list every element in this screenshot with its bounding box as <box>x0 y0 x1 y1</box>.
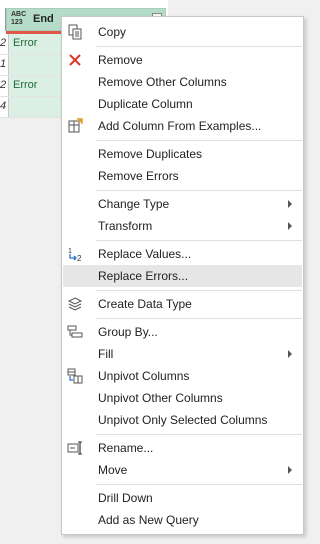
menu-separator <box>96 240 302 241</box>
group-by-icon <box>67 325 83 338</box>
menu-item-label: Move <box>98 463 128 477</box>
column-name: End <box>33 13 54 25</box>
type-icon-bottom: 123 <box>11 19 23 26</box>
menu-separator <box>96 290 302 291</box>
copy-icon <box>68 24 82 40</box>
menu-item-drill-down[interactable]: Drill Down <box>63 487 302 509</box>
menu-item-remove-other-columns[interactable]: Remove Other Columns <box>63 71 302 93</box>
submenu-arrow-icon <box>288 200 292 208</box>
menu-item-remove-errors[interactable]: Remove Errors <box>63 165 302 187</box>
menu-item-transform[interactable]: Transform <box>63 215 302 237</box>
submenu-arrow-icon <box>288 222 292 230</box>
rename-icon <box>67 441 82 455</box>
remove-x-icon <box>69 54 81 66</box>
menu-item-label: Transform <box>98 219 153 233</box>
unpivot-icon <box>67 368 83 384</box>
menu-item-remove-duplicates[interactable]: Remove Duplicates <box>63 143 302 165</box>
menu-item-label: Replace Errors... <box>98 269 189 283</box>
menu-item-group-by[interactable]: Group By... <box>63 321 302 343</box>
row-index: 2 <box>0 79 7 91</box>
menu-item-label: Add as New Query <box>98 513 199 527</box>
menu-item-label: Group By... <box>98 325 158 339</box>
type-icon-top: ABC <box>11 11 27 18</box>
menu-item-rename[interactable]: Rename... <box>63 437 302 459</box>
menu-item-create-data-type[interactable]: Create Data Type <box>63 293 302 315</box>
row-index: 2 <box>0 37 7 49</box>
menu-item-label: Remove Duplicates <box>98 147 203 161</box>
menu-item-label: Replace Values... <box>98 247 192 261</box>
menu-item-replace-values[interactable]: 1 2 Replace Values... <box>63 243 302 265</box>
menu-item-unpivot-only-selected-columns[interactable]: Unpivot Only Selected Columns <box>63 409 302 431</box>
row-index: 4 <box>0 100 7 112</box>
replace-values-icon: 1 2 <box>68 248 82 262</box>
menu-item-replace-errors[interactable]: Replace Errors... <box>63 265 302 287</box>
menu-separator <box>96 46 302 47</box>
menu-item-add-column-from-examples[interactable]: Add Column From Examples... <box>63 115 302 137</box>
menu-item-copy[interactable]: Copy <box>63 21 302 43</box>
menu-item-label: Unpivot Other Columns <box>98 391 223 405</box>
menu-separator <box>96 190 302 191</box>
menu-item-add-as-new-query[interactable]: Add as New Query <box>63 509 302 531</box>
menu-item-remove[interactable]: Remove <box>63 49 302 71</box>
menu-item-label: Unpivot Columns <box>98 369 190 383</box>
any-type-icon[interactable]: ABC 123 <box>11 11 26 27</box>
column-context-menu: Copy Remove Remove Other Columns Duplica… <box>61 16 304 535</box>
menu-separator <box>96 140 302 141</box>
menu-item-move[interactable]: Move <box>63 459 302 481</box>
menu-item-label: Create Data Type <box>98 297 192 311</box>
create-data-type-icon <box>67 297 83 311</box>
menu-separator <box>96 318 302 319</box>
menu-item-fill[interactable]: Fill <box>63 343 302 365</box>
submenu-arrow-icon <box>288 466 292 474</box>
submenu-arrow-icon <box>288 350 292 358</box>
menu-item-label: Add Column From Examples... <box>98 119 262 133</box>
cell-value[interactable]: Error <box>13 37 37 49</box>
menu-item-unpivot-columns[interactable]: Unpivot Columns <box>63 365 302 387</box>
replace-icon-bottom: 2 <box>77 254 82 262</box>
add-column-examples-icon <box>68 118 83 133</box>
menu-item-duplicate-column[interactable]: Duplicate Column <box>63 93 302 115</box>
menu-item-label: Rename... <box>98 441 154 455</box>
menu-item-unpivot-other-columns[interactable]: Unpivot Other Columns <box>63 387 302 409</box>
replace-icon-top: 1 <box>68 248 72 255</box>
row-index: 1 <box>0 58 7 70</box>
menu-item-label: Change Type <box>98 197 170 211</box>
menu-item-label: Duplicate Column <box>98 97 193 111</box>
menu-item-label: Fill <box>98 347 114 361</box>
menu-item-label: Remove Errors <box>98 169 179 183</box>
menu-item-label: Copy <box>98 25 127 39</box>
menu-separator <box>96 484 302 485</box>
menu-item-change-type[interactable]: Change Type <box>63 193 302 215</box>
menu-item-label: Unpivot Only Selected Columns <box>98 413 268 427</box>
cell-value[interactable]: Error <box>13 79 37 91</box>
menu-item-label: Remove Other Columns <box>98 75 227 89</box>
menu-item-label: Drill Down <box>98 491 153 505</box>
menu-separator <box>96 434 302 435</box>
menu-item-label: Remove <box>98 53 143 67</box>
